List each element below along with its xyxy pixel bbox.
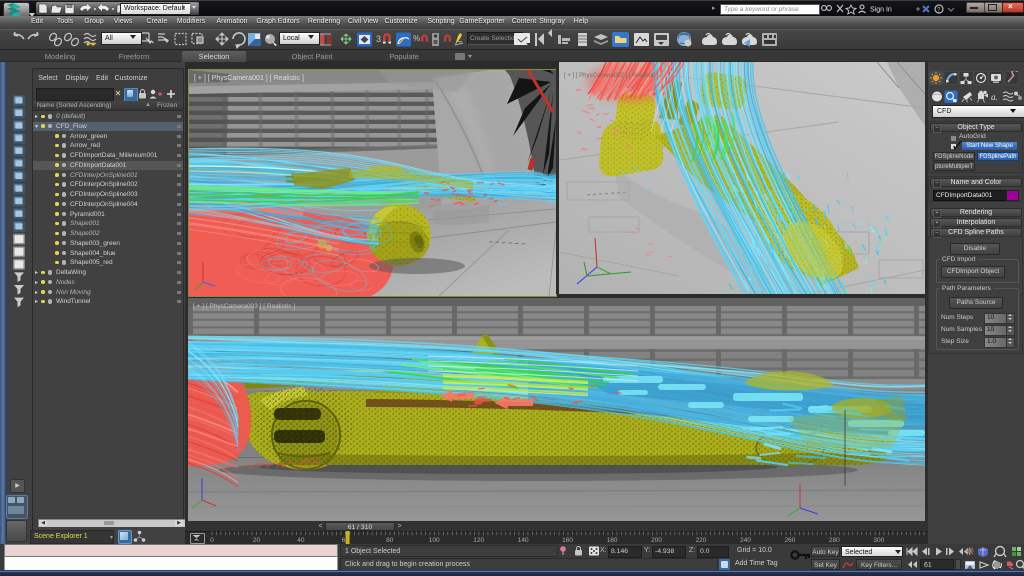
svg-text:40: 40	[297, 537, 305, 544]
svg-text:140: 140	[518, 537, 529, 544]
svg-text:3: 3	[376, 34, 381, 44]
svg-text:20: 20	[253, 537, 261, 544]
svg-text:300: 300	[873, 537, 884, 544]
svg-text:260: 260	[784, 537, 795, 544]
svg-text:220: 220	[696, 537, 707, 544]
svg-text:240: 240	[740, 537, 751, 544]
svg-text:180: 180	[607, 537, 618, 544]
svg-text:%: %	[413, 34, 420, 43]
svg-text:[ + ] [ PhysCamera003 ] [ Real: [ + ] [ PhysCamera003 ] [ Realistic ]	[193, 303, 295, 310]
svg-text:120: 120	[473, 537, 484, 544]
svg-text:280: 280	[829, 537, 840, 544]
svg-text:[ + ] [ PhysCamera001 ] [ Real: [ + ] [ PhysCamera001 ] [ Realistic ]	[194, 75, 304, 82]
svg-text:160: 160	[562, 537, 573, 544]
svg-text:a.: a.	[991, 92, 998, 102]
svg-text:80: 80	[386, 537, 394, 544]
svg-text:200: 200	[651, 537, 662, 544]
svg-text:100: 100	[429, 537, 440, 544]
svg-text:Sign In: Sign In	[870, 7, 892, 14]
svg-text:0: 0	[210, 537, 214, 544]
svg-text:[ + ] [ PhysCamera002 ] [ Real: [ + ] [ PhysCamera002 ] [ Realistic ]	[564, 73, 659, 79]
